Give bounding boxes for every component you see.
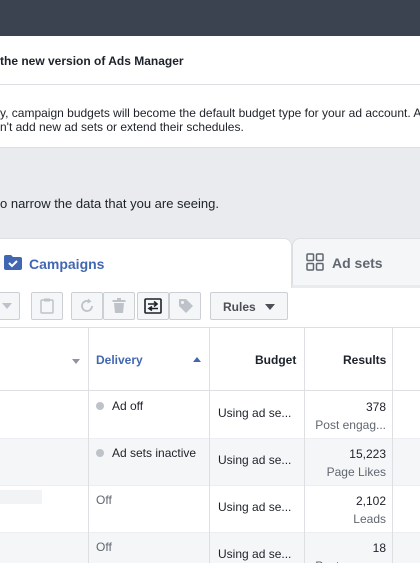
tab-campaigns[interactable]: Campaigns: [0, 238, 292, 288]
grid-icon: [306, 253, 324, 271]
caret-down-icon: [265, 304, 275, 310]
dropdown-button[interactable]: [0, 292, 20, 320]
delivery-status: Off: [96, 540, 112, 554]
table-row[interactable]: Ad sets inactive Using ad se... 15,223 P…: [0, 439, 420, 486]
result-type: Leads: [353, 512, 386, 526]
duplicate-button[interactable]: [31, 292, 63, 320]
tab-campaigns-label: Campaigns: [29, 256, 105, 272]
column-divider: [88, 328, 89, 563]
budget-cell: Using ad se...: [218, 500, 292, 514]
refresh-button[interactable]: [71, 292, 103, 320]
notice-body-line: y, campaign budgets will become the defa…: [0, 106, 420, 120]
table-header: Delivery Budget Results: [0, 328, 420, 391]
tag-button[interactable]: [169, 292, 201, 320]
column-header-budget[interactable]: Budget: [255, 353, 296, 367]
rules-button[interactable]: Rules: [210, 292, 288, 320]
chevron-down-icon: [2, 303, 12, 309]
clipboard-icon: [40, 298, 54, 314]
column-menu-caret-icon[interactable]: [72, 359, 80, 364]
refresh-icon: [81, 298, 93, 312]
notice-body-line: n't add new ad sets or extend their sche…: [0, 120, 244, 134]
result-value: 378: [365, 400, 386, 414]
top-navigation-bar: [0, 0, 420, 36]
table-row[interactable]: Ad off Using ad se... 378 Post engag...: [0, 392, 420, 439]
column-divider: [392, 328, 393, 563]
result-type: Post engag...: [315, 559, 386, 563]
result-type: Post engag...: [315, 418, 386, 432]
table-row[interactable]: Off Using ad se... 2,102 Leads: [0, 486, 420, 533]
delivery-status: Off: [96, 493, 112, 507]
tab-adsets[interactable]: Ad sets: [292, 238, 420, 285]
table-row[interactable]: Off Using ad se... 18 Post engag...: [0, 533, 420, 563]
sort-ascending-icon: [193, 357, 201, 362]
notice-body: y, campaign budgets will become the defa…: [0, 106, 420, 134]
trash-icon: [112, 298, 126, 313]
delivery-status: Ad sets inactive: [112, 446, 197, 460]
result-type: Page Likes: [326, 465, 386, 479]
column-header-delivery[interactable]: Delivery: [96, 353, 143, 367]
result-value: 15,223: [349, 447, 386, 461]
result-value: 18: [372, 541, 386, 555]
delivery-status: Ad off: [112, 399, 144, 413]
compare-button[interactable]: [137, 292, 169, 320]
toolbar: Rules: [0, 288, 420, 328]
rules-button-label: Rules: [223, 300, 256, 314]
filter-hint-text: o narrow the data that you are seeing.: [0, 196, 219, 211]
campaign-name-placeholder: [0, 490, 42, 504]
folder-check-icon: [4, 255, 22, 270]
status-dot: [96, 402, 104, 410]
budget-cell: Using ad se...: [218, 453, 292, 467]
budget-cell: Using ad se...: [218, 406, 292, 420]
column-divider: [209, 328, 210, 563]
column-divider: [304, 328, 305, 563]
budget-cell: Using ad se...: [218, 547, 292, 561]
compare-icon: [144, 298, 162, 314]
notice-divider: [0, 84, 420, 85]
tag-icon: [179, 299, 193, 313]
campaigns-table: Delivery Budget Results Ad off Using ad …: [0, 328, 420, 563]
notice-title: the new version of Ads Manager: [0, 54, 184, 68]
delete-button[interactable]: [103, 292, 135, 320]
result-value: 2,102: [355, 494, 386, 508]
notice-panel: the new version of Ads Manager y, campai…: [0, 36, 420, 148]
status-dot: [96, 449, 104, 457]
tab-adsets-label: Ad sets: [332, 255, 383, 271]
column-header-results[interactable]: Results: [343, 353, 386, 367]
